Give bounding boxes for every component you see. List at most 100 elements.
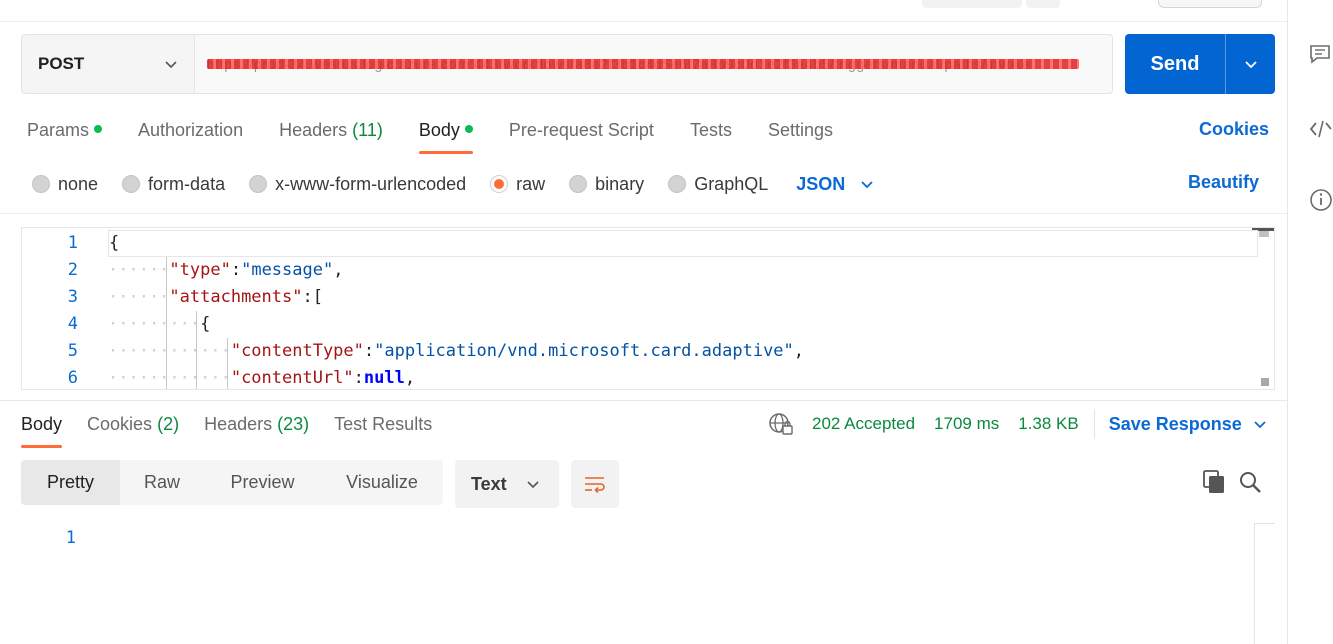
tab-tests[interactable]: Tests xyxy=(690,116,732,146)
response-tab-test-results[interactable]: Test Results xyxy=(334,410,432,440)
url-redaction-mark xyxy=(207,59,1079,69)
tab-label: Params xyxy=(27,120,90,140)
response-tab-cookies[interactable]: Cookies (2) xyxy=(87,410,179,440)
radio-label: form-data xyxy=(148,173,226,194)
response-time[interactable]: 1709 ms xyxy=(934,414,999,434)
tab-params[interactable]: Params xyxy=(27,116,103,146)
code-line: { xyxy=(108,230,1258,257)
copy-icon xyxy=(1203,470,1224,493)
radio-circle[interactable] xyxy=(32,175,50,193)
response-format-label: Text xyxy=(471,473,507,494)
radio-raw[interactable]: raw xyxy=(490,174,545,195)
view-mode-visualize[interactable]: Visualize xyxy=(321,460,443,505)
code-token: "attachments" xyxy=(169,287,303,307)
chevron-down-icon xyxy=(165,61,177,69)
radio-circle[interactable] xyxy=(249,175,268,193)
radio-circle[interactable] xyxy=(668,175,687,193)
search-button[interactable] xyxy=(1238,469,1264,497)
code-icon[interactable] xyxy=(1308,116,1333,142)
method-label: POST xyxy=(38,54,85,73)
tab-body[interactable]: Body xyxy=(418,116,473,154)
send-options-button[interactable] xyxy=(1226,34,1275,94)
globe-lock-icon[interactable] xyxy=(768,411,794,437)
line-number: 6 xyxy=(67,368,78,388)
url-text: https://prod-34.westus.logic.azure.com:4… xyxy=(207,56,1087,72)
body-type-radios: none form-data x-www-form-urlencoded raw bin… xyxy=(32,172,875,196)
status-dot-icon xyxy=(464,125,473,134)
line-number: 3 xyxy=(67,287,78,307)
code-token: :[ xyxy=(302,287,323,307)
view-mode-pretty[interactable]: Pretty xyxy=(21,460,120,505)
tab-count: (23) xyxy=(277,414,310,434)
radio-label: raw xyxy=(516,173,546,194)
cookies-link[interactable]: Cookies xyxy=(1199,119,1269,140)
code-token: { xyxy=(200,314,211,334)
response-tab-body[interactable]: Body xyxy=(21,410,63,448)
search-icon xyxy=(1240,472,1261,493)
line-number: 1 xyxy=(65,528,76,548)
radio-circle[interactable] xyxy=(490,175,509,193)
tab-pre-request-script[interactable]: Pre-request Script xyxy=(509,116,654,146)
response-size[interactable]: 1.38 KB xyxy=(1018,414,1079,434)
beautify-link[interactable]: Beautify xyxy=(1188,172,1259,193)
comment-icon[interactable] xyxy=(1308,42,1333,68)
copy-button[interactable] xyxy=(1202,469,1228,497)
send-button-group: Send xyxy=(1125,34,1275,94)
code-token: "contentUrl" xyxy=(230,368,354,388)
code-line: ······"attachments":[ xyxy=(108,284,323,311)
radio-form-data[interactable]: form-data xyxy=(122,174,225,195)
info-icon[interactable] xyxy=(1308,187,1333,213)
tab-count: (2) xyxy=(157,414,180,434)
toolbar-toggle[interactable] xyxy=(1158,0,1262,8)
code-line: ············"contentUrl":null, xyxy=(108,365,416,389)
indent-whitespace: ······ xyxy=(108,260,170,280)
response-tab-headers[interactable]: Headers (23) xyxy=(204,410,309,440)
body-language-select[interactable]: JSON xyxy=(796,174,875,195)
radio-GraphQL[interactable]: GraphQL xyxy=(668,174,768,195)
send-label: Send xyxy=(1150,52,1200,75)
chevron-down-icon xyxy=(1254,421,1266,429)
radio-circle[interactable] xyxy=(122,175,141,193)
view-mode-raw[interactable]: Raw xyxy=(120,460,204,505)
code-token: , xyxy=(404,368,416,388)
tab-label: Body xyxy=(418,120,460,140)
code-token: "message" xyxy=(241,260,334,280)
right-context-sidebar xyxy=(1287,0,1333,644)
tab-label: Headers xyxy=(279,120,348,140)
indent-guide xyxy=(227,338,228,389)
wrap-lines-icon xyxy=(585,477,605,494)
view-mode-preview[interactable]: Preview xyxy=(204,460,321,505)
method-select[interactable]: POST xyxy=(21,34,195,94)
radio-circle[interactable] xyxy=(569,175,588,193)
radio-label: GraphQL xyxy=(694,173,769,194)
indent-whitespace: ············ xyxy=(108,368,231,388)
request-body-editor[interactable]: 123456 {······"type":"message", ······"at… xyxy=(21,227,1275,390)
response-format-select[interactable]: Text xyxy=(455,460,559,508)
response-scrollbar[interactable] xyxy=(1254,523,1255,644)
radio-label: binary xyxy=(595,173,645,194)
environment-eye-button[interactable] xyxy=(1026,0,1060,8)
radio-binary[interactable]: binary xyxy=(569,174,644,195)
tab-settings[interactable]: Settings xyxy=(768,116,833,146)
tab-label: Headers xyxy=(204,414,273,434)
status-badge[interactable]: 202 Accepted xyxy=(812,414,915,434)
tab-label: Cookies xyxy=(87,414,153,434)
send-button[interactable]: Send xyxy=(1125,34,1225,94)
code-line: ······"type":"message", xyxy=(108,257,343,284)
indent-guide xyxy=(196,311,198,389)
radio-x-www-form-urlencoded[interactable]: x-www-form-urlencoded xyxy=(249,174,466,195)
tab-headers[interactable]: Headers (11) xyxy=(279,116,383,146)
radio-label: x-www-form-urlencoded xyxy=(275,173,467,194)
response-view-modes: Pretty Raw Preview Visualize xyxy=(21,460,443,505)
radio-none[interactable]: none xyxy=(32,174,98,195)
url-input[interactable]: https://prod-34.westus.logic.azure.com:4… xyxy=(195,34,1113,94)
environment-selector[interactable] xyxy=(922,0,1022,8)
chevron-down-icon xyxy=(1244,61,1257,69)
save-response-button[interactable]: Save Response xyxy=(1109,414,1268,435)
line-number: 2 xyxy=(67,260,78,280)
response-body-viewer[interactable]: 1 xyxy=(0,523,1275,644)
line-number: 5 xyxy=(67,341,78,361)
wrap-lines-button[interactable] xyxy=(571,460,619,508)
tab-authorization[interactable]: Authorization xyxy=(138,116,243,146)
chevron-down-icon xyxy=(527,481,539,489)
